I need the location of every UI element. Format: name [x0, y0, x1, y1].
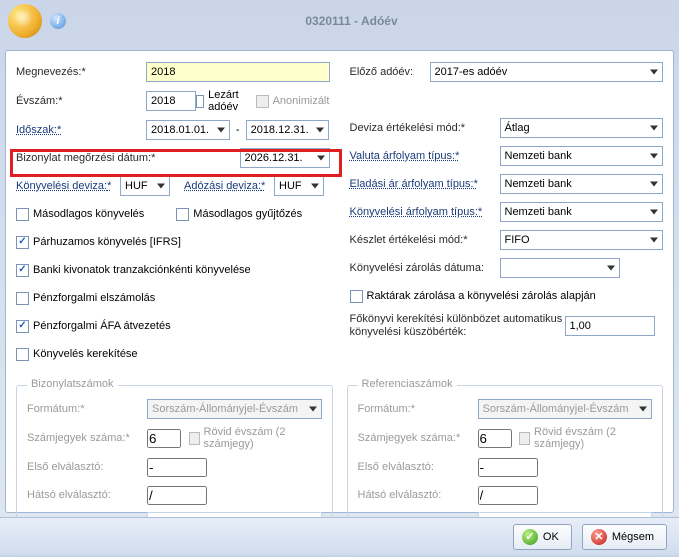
konyv-arfolyam-label[interactable]: Könyvelési árfolyam típus: — [350, 206, 500, 218]
valuta-arfolyam-select[interactable]: Nemzeti bank — [500, 146, 664, 166]
biz-hatso-label: Hátsó elválasztó: — [27, 489, 147, 501]
keszlet-label: Készlet értékelési mód: — [350, 234, 500, 246]
biz-hatso-input — [147, 486, 207, 505]
window-title: 0320111 - Adóév — [74, 14, 629, 28]
idoszak-from[interactable]: 2018.01.01. — [146, 120, 230, 140]
idoszak-to[interactable]: 2018.12.31. — [246, 120, 330, 140]
ref-hatso-input — [478, 486, 538, 505]
ref-formatum-select: Sorszám-Állományjel-Évszám — [478, 399, 653, 419]
eladasi-label[interactable]: Eladási ár árfolyam típus: — [350, 178, 500, 190]
konyv-arfolyam-select[interactable]: Nemzeti bank — [500, 202, 664, 222]
biz-elso-label: Első elválasztó: — [27, 461, 147, 473]
cancel-button[interactable]: ✕ Mégsem — [582, 524, 667, 550]
anonimizalt-checkbox: Anonimizált — [256, 95, 330, 108]
ok-button[interactable]: ✓ OK — [513, 524, 572, 550]
deviza-ert-label: Deviza értékelési mód: — [350, 122, 500, 134]
zarolas-date[interactable] — [500, 258, 620, 278]
fokonyvi-label: Főkönyvi kerekítési különbözet automatik… — [350, 313, 565, 339]
konyv-deviza-select[interactable]: HUF — [120, 176, 170, 196]
elozo-adoev-select[interactable]: 2017-es adóév — [430, 62, 664, 82]
right-column: Előző adóév: 2017-es adóév Deviza értéke… — [350, 61, 664, 371]
ref-formatum-label: Formátum: — [358, 403, 478, 415]
biz-szamjegyek-input — [147, 429, 181, 448]
check-icon: ✓ — [522, 529, 538, 545]
evszam-label: Évszám: — [16, 95, 146, 107]
ref-elso-input — [478, 458, 538, 477]
ref-title: Referenciaszámok — [358, 378, 457, 390]
valuta-arfolyam-label[interactable]: Valuta árfolyam típus: — [350, 150, 500, 162]
footer: ✓ OK ✕ Mégsem — [0, 517, 679, 555]
konyv-deviza-label[interactable]: Könyvelési deviza: — [16, 180, 120, 192]
deviza-ert-select[interactable]: Átlag — [500, 118, 664, 138]
biz-formatum-label: Formátum: — [27, 403, 147, 415]
megnevezes-input[interactable] — [146, 62, 330, 82]
adozasi-deviza-label[interactable]: Adózási deviza: — [184, 180, 274, 192]
banki-checkbox[interactable]: Banki kivonatok tranzakciónkénti könyvel… — [16, 264, 251, 277]
evszam-input[interactable] — [146, 91, 196, 111]
left-column: Megnevezés: Évszám: Lezárt adóév Anonimi… — [16, 61, 330, 371]
masodlagos-konyv-checkbox[interactable]: Másodlagos könyvelés — [16, 208, 144, 221]
masodlagos-gyujt-checkbox[interactable]: Másodlagos gyűjtőzés — [176, 208, 302, 221]
ref-hatso-label: Hátsó elválasztó: — [358, 489, 478, 501]
form-panel: Megnevezés: Évszám: Lezárt adóév Anonimi… — [5, 50, 674, 513]
kerekites-checkbox[interactable]: Könyvelés kerekítése — [16, 348, 138, 361]
ref-rovid-checkbox: Rövid évszám (2 számjegy) — [519, 426, 640, 450]
idoszak-label[interactable]: Időszak: — [16, 124, 146, 136]
elozo-adoev-label: Előző adóév: — [350, 66, 430, 78]
ref-szamjegyek-label: Számjegyek száma: — [358, 432, 478, 444]
app-logo — [8, 4, 42, 38]
fokonyvi-input[interactable] — [565, 316, 655, 336]
ref-szamjegyek-input — [478, 429, 512, 448]
biz-szamjegyek-label: Számjegyek száma: — [27, 432, 147, 444]
megnevezes-label: Megnevezés: — [16, 66, 146, 78]
zarolas-label: Könyvelési zárolás dátuma: — [350, 262, 500, 274]
ref-elso-label: Első elválasztó: — [358, 461, 478, 473]
biz-rovid-checkbox: Rövid évszám (2 számjegy) — [189, 426, 310, 450]
penzforgalmi-elsz-checkbox[interactable]: Pénzforgalmi elszámolás — [16, 292, 155, 305]
biz-elso-input — [147, 458, 207, 477]
megorzesi-label: Bizonylat megőrzési dátum: — [16, 152, 186, 164]
close-icon: ✕ — [591, 529, 607, 545]
info-icon[interactable]: i — [50, 13, 66, 29]
raktarak-checkbox[interactable]: Raktárak zárolása a könyvelési zárolás a… — [350, 290, 596, 303]
bizonylat-title: Bizonylatszámok — [27, 378, 118, 390]
biz-formatum-select: Sorszám-Állományjel-Évszám — [147, 399, 322, 419]
parhuzamos-checkbox[interactable]: Párhuzamos könyvelés [IFRS] — [16, 236, 181, 249]
penzforgalmi-afa-checkbox[interactable]: Pénzforgalmi ÁFA átvezetés — [16, 320, 171, 333]
keszlet-select[interactable]: FIFO — [500, 230, 664, 250]
megorzesi-date[interactable]: 2026.12.31. — [240, 148, 330, 168]
lezart-adoev-checkbox[interactable]: Lezárt adóév — [196, 89, 244, 113]
eladasi-select[interactable]: Nemzeti bank — [500, 174, 664, 194]
adozasi-deviza-select[interactable]: HUF — [274, 176, 324, 196]
